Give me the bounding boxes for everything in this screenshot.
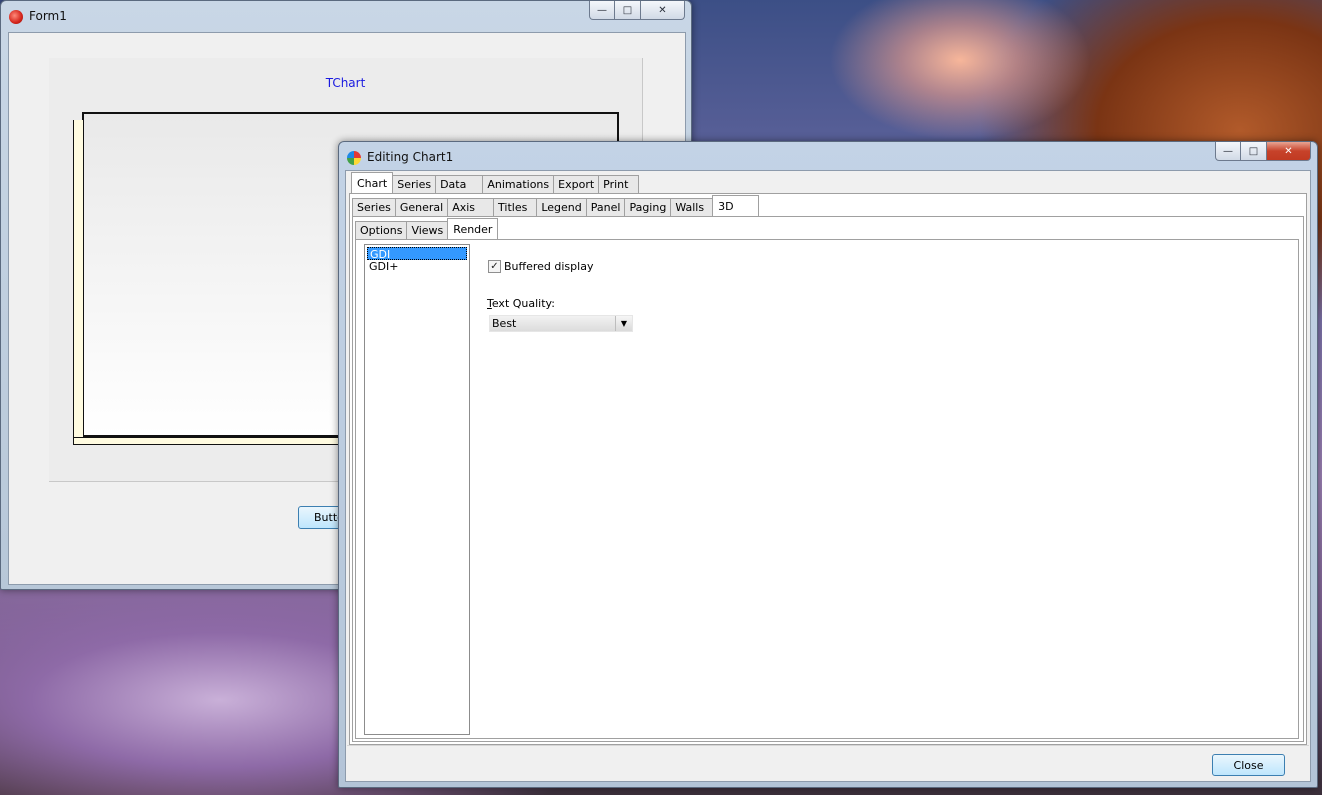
chart-left-wall	[73, 120, 83, 445]
text-quality-dropdown[interactable]: Best ▼	[489, 315, 633, 332]
chart-tabs: Series General Axis Titles Legend Panel …	[352, 195, 759, 216]
tab-walls[interactable]: Walls	[670, 198, 714, 216]
render-engine-list[interactable]: GDI GDI+	[364, 244, 470, 735]
teechart-icon	[347, 151, 361, 165]
close-button[interactable]: Close	[1212, 754, 1285, 776]
tab-general[interactable]: General	[394, 198, 449, 216]
buffered-display-option[interactable]: ✓ Buffered display	[488, 260, 593, 273]
list-item-gdi-plus[interactable]: GDI+	[367, 260, 467, 273]
tab-3d[interactable]: 3D	[712, 195, 759, 216]
tab-print[interactable]: Print	[598, 175, 640, 193]
list-item-gdi[interactable]: GDI	[367, 247, 467, 261]
chart-editor-window: Editing Chart1 — □ ✕ Chart Series Data A…	[338, 141, 1318, 788]
editor-title: Editing Chart1	[367, 150, 454, 164]
3d-tab-page: Options Views Render GDI GDI+ ✓ Buffered…	[352, 216, 1304, 742]
tab-data[interactable]: Data	[435, 175, 484, 193]
chart-tab-page: Series General Axis Titles Legend Panel …	[349, 193, 1307, 745]
tab-animations[interactable]: Animations	[482, 175, 555, 193]
tab-panel[interactable]: Panel	[585, 198, 626, 216]
maximize-icon[interactable]: □	[615, 1, 641, 20]
delphi-app-icon	[9, 10, 23, 24]
tab-views[interactable]: Views	[406, 221, 449, 239]
tab-options[interactable]: Options	[355, 221, 408, 239]
minimize-icon[interactable]: —	[589, 1, 615, 20]
editor-caption-buttons: — □ ✕	[1215, 142, 1311, 161]
main-tabs: Chart Series Data Animations Export Prin…	[351, 172, 640, 193]
tab-paging[interactable]: Paging	[624, 198, 672, 216]
close-icon[interactable]: ✕	[1267, 142, 1311, 161]
checkmark-icon[interactable]: ✓	[488, 260, 501, 273]
form1-caption-buttons: — □ ✕	[589, 1, 685, 20]
tab-axis[interactable]: Axis	[447, 198, 495, 216]
editor-client-area: Chart Series Data Animations Export Prin…	[345, 170, 1311, 782]
text-quality-value: Best	[492, 317, 517, 330]
tab-titles[interactable]: Titles	[493, 198, 538, 216]
form1-titlebar[interactable]: Form1	[1, 1, 691, 31]
editor-titlebar[interactable]: Editing Chart1	[339, 142, 1317, 172]
tab-legend[interactable]: Legend	[536, 198, 587, 216]
editor-bottom-bar: Close	[347, 745, 1309, 780]
minimize-icon[interactable]: —	[1215, 142, 1241, 161]
close-icon[interactable]: ✕	[641, 1, 685, 20]
text-quality-label: Text Quality:	[487, 297, 555, 310]
3d-subtabs: Options Views Render	[355, 218, 499, 239]
tab-chart[interactable]: Chart	[351, 172, 394, 193]
tab-series[interactable]: Series	[392, 175, 437, 193]
tab-render[interactable]: Render	[447, 218, 499, 239]
tab-export[interactable]: Export	[553, 175, 600, 193]
tchart-title: TChart	[325, 76, 366, 90]
maximize-icon[interactable]: □	[1241, 142, 1267, 161]
form1-title: Form1	[29, 9, 67, 23]
render-tab-page: GDI GDI+ ✓ Buffered display Text Quality…	[355, 239, 1299, 739]
chevron-down-icon[interactable]: ▼	[615, 316, 632, 331]
tab-chart-series[interactable]: Series	[352, 198, 396, 216]
buffered-display-label: Buffered display	[504, 260, 594, 273]
